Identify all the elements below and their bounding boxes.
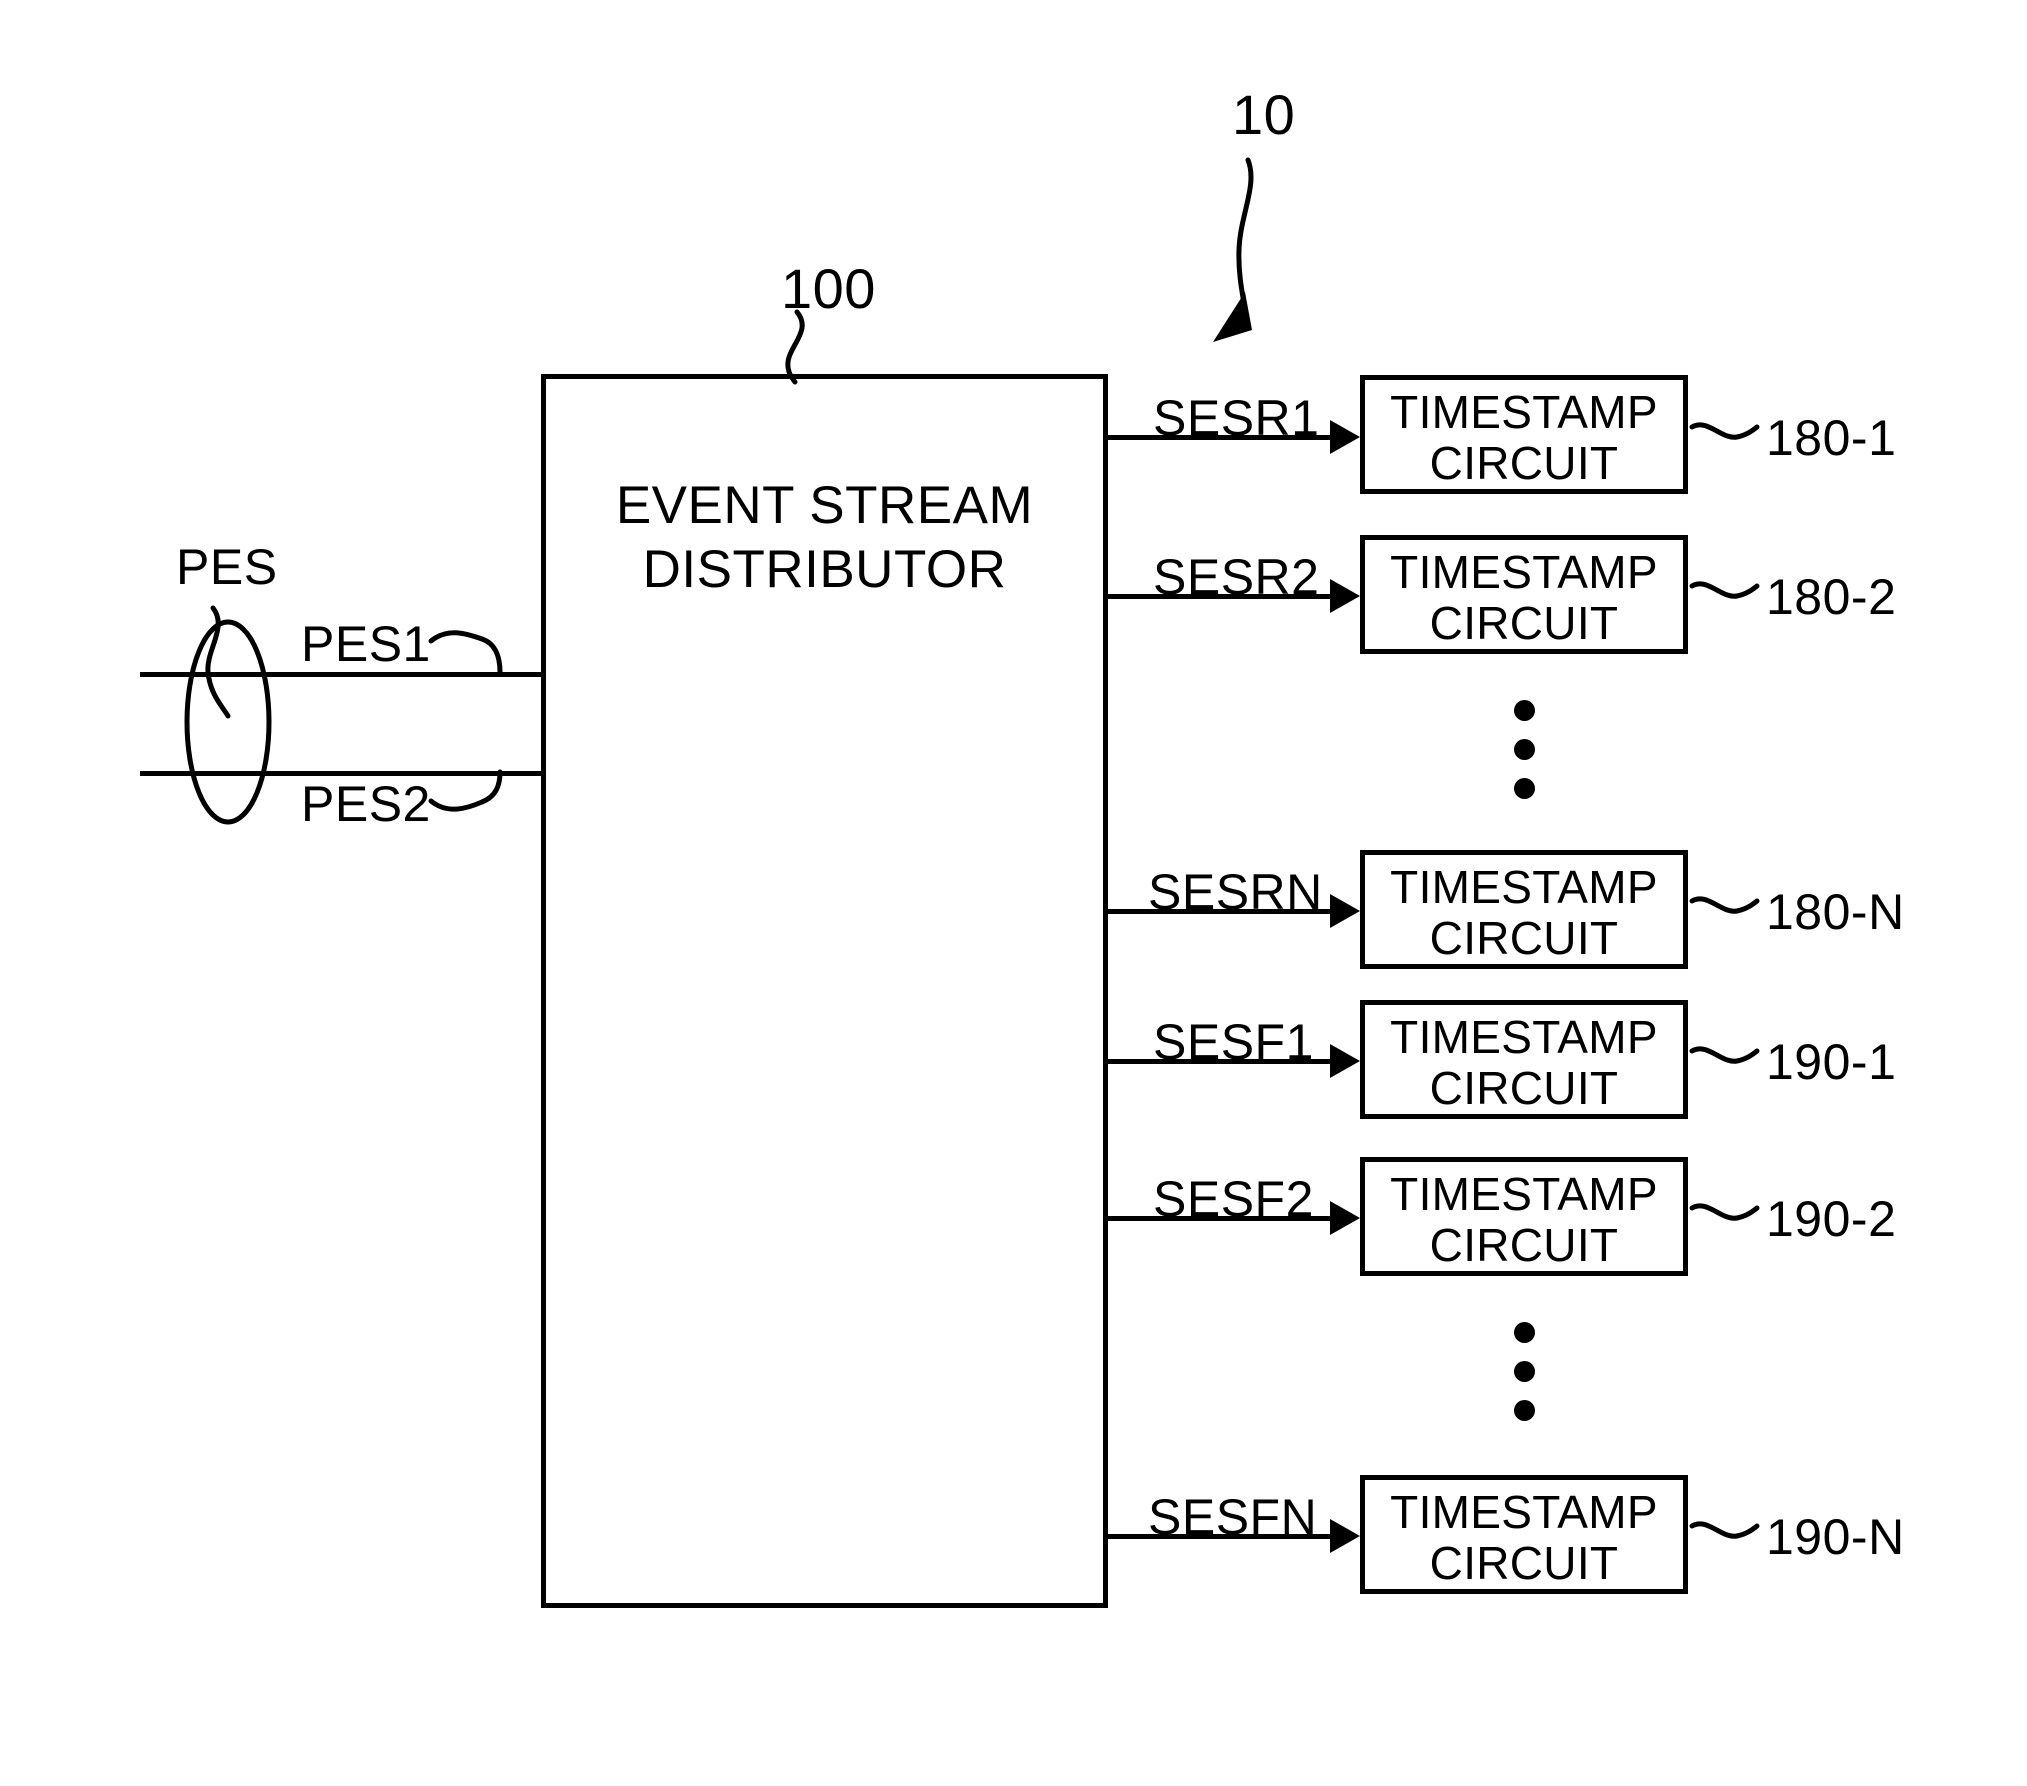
timestamp-circuit-190-n[interactable]: TIMESTAMP CIRCUIT bbox=[1360, 1475, 1688, 1594]
timestamp-block-line1: TIMESTAMP bbox=[1390, 546, 1658, 598]
timestamp-circuit-190-2[interactable]: TIMESTAMP CIRCUIT bbox=[1360, 1157, 1688, 1276]
timestamp-circuit-190-1[interactable]: TIMESTAMP CIRCUIT bbox=[1360, 1000, 1688, 1119]
timestamp-block-line2: CIRCUIT bbox=[1429, 1219, 1619, 1271]
timestamp-block-line2: CIRCUIT bbox=[1429, 1062, 1619, 1114]
input-signal-label-pes1: PES1 bbox=[301, 616, 431, 672]
system-reference-arrow bbox=[1213, 157, 1254, 342]
ref-leader-190-2 bbox=[1689, 1203, 1760, 1221]
pes2-leader bbox=[428, 769, 503, 812]
output-arrowhead-sesrn bbox=[1330, 894, 1360, 928]
pes-bundle-label: PES bbox=[176, 539, 278, 595]
block-reference-label-180-n: 180-N bbox=[1766, 884, 1905, 940]
distributor-reference-leader bbox=[785, 309, 805, 385]
ellipsis-dot bbox=[1514, 739, 1535, 760]
ref-leader-190-1 bbox=[1689, 1046, 1760, 1064]
ellipsis-dot bbox=[1514, 1400, 1535, 1421]
pes-bundle-leader bbox=[205, 605, 231, 719]
ref-leader-180-1 bbox=[1689, 422, 1760, 440]
ellipsis-dot bbox=[1514, 1361, 1535, 1382]
ref-leader-180-2 bbox=[1689, 581, 1760, 599]
timestamp-circuit-180-1[interactable]: TIMESTAMP CIRCUIT bbox=[1360, 375, 1688, 494]
system-reference-label: 10 bbox=[1232, 83, 1296, 146]
timestamp-block-line2: CIRCUIT bbox=[1429, 1537, 1619, 1589]
output-line-sesr2 bbox=[1104, 594, 1330, 599]
ellipsis-dot bbox=[1514, 700, 1535, 721]
ref-leader-190-n bbox=[1689, 1521, 1760, 1539]
timestamp-block-line1: TIMESTAMP bbox=[1390, 1486, 1658, 1538]
block-reference-label-180-2: 180-2 bbox=[1766, 569, 1897, 625]
timestamp-block-line2: CIRCUIT bbox=[1429, 912, 1619, 964]
timestamp-circuit-180-2[interactable]: TIMESTAMP CIRCUIT bbox=[1360, 535, 1688, 654]
block-reference-label-190-n: 190-N bbox=[1766, 1509, 1905, 1565]
pes-bundle-ellipse bbox=[184, 619, 272, 825]
output-line-sesr1 bbox=[1104, 435, 1330, 440]
output-arrowhead-sesf1 bbox=[1330, 1044, 1360, 1078]
patent-figure-canvas: 10 100 PES PES1 PES2 EVENT STREAM DISTRI… bbox=[0, 0, 2027, 1786]
distributor-label-line1: EVENT STREAM bbox=[615, 476, 1034, 535]
timestamp-block-line1: TIMESTAMP bbox=[1390, 861, 1658, 913]
block-reference-label-190-2: 190-2 bbox=[1766, 1191, 1897, 1247]
timestamp-circuit-180-n[interactable]: TIMESTAMP CIRCUIT bbox=[1360, 850, 1688, 969]
event-stream-distributor-block[interactable]: EVENT STREAM DISTRIBUTOR bbox=[541, 374, 1108, 1608]
block-reference-label-180-1: 180-1 bbox=[1766, 410, 1897, 466]
timestamp-block-line1: TIMESTAMP bbox=[1390, 1168, 1658, 1220]
timestamp-block-line2: CIRCUIT bbox=[1429, 437, 1619, 489]
output-line-sesfn bbox=[1104, 1534, 1330, 1539]
input-signal-label-pes2: PES2 bbox=[301, 776, 431, 832]
output-arrowhead-sesr1 bbox=[1330, 420, 1360, 454]
distributor-label-line2: DISTRIBUTOR bbox=[642, 540, 1007, 599]
timestamp-block-line2: CIRCUIT bbox=[1429, 597, 1619, 649]
timestamp-block-line1: TIMESTAMP bbox=[1390, 386, 1658, 438]
pes1-leader bbox=[428, 630, 503, 675]
output-arrowhead-sesr2 bbox=[1330, 579, 1360, 613]
distributor-reference-label: 100 bbox=[781, 257, 876, 320]
ref-leader-180-n bbox=[1689, 896, 1760, 914]
timestamp-block-line1: TIMESTAMP bbox=[1390, 1011, 1658, 1063]
output-arrowhead-sesfn bbox=[1330, 1519, 1360, 1553]
output-arrowhead-sesf2 bbox=[1330, 1201, 1360, 1235]
block-reference-label-190-1: 190-1 bbox=[1766, 1034, 1897, 1090]
ellipsis-dot bbox=[1514, 778, 1535, 799]
output-line-sesf2 bbox=[1104, 1216, 1330, 1221]
ellipsis-dot bbox=[1514, 1322, 1535, 1343]
output-line-sesrn bbox=[1104, 909, 1330, 914]
output-line-sesf1 bbox=[1104, 1059, 1330, 1064]
